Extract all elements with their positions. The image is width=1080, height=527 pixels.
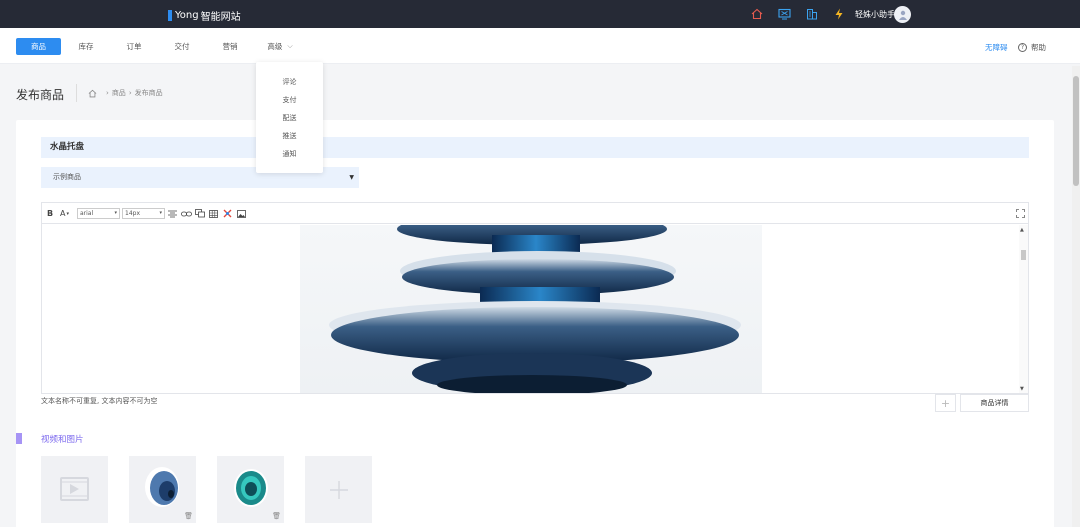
caret-down-icon: ▾ — [159, 210, 162, 216]
link-icon[interactable] — [181, 208, 192, 219]
page-scroll-thumb[interactable] — [1073, 76, 1079, 186]
fullscreen-icon[interactable] — [1016, 208, 1025, 219]
help-link[interactable]: ? 帮助 — [1018, 42, 1046, 53]
advanced-dropdown-menu: 评论 支付 配送 推送 通知 — [256, 62, 323, 173]
home-icon[interactable] — [750, 7, 764, 21]
delete-icon[interactable]: 🗑 — [184, 512, 193, 520]
lightning-icon[interactable] — [832, 7, 846, 21]
font-family-select[interactable]: arial ▾ — [77, 208, 120, 219]
brand-mark — [168, 10, 172, 21]
product-photo — [300, 225, 762, 393]
dropdown-item-reviews[interactable]: 评论 — [256, 77, 323, 87]
caret-down-icon: ▾ — [114, 210, 117, 216]
user-name[interactable]: 轻姝小助手 — [855, 9, 895, 20]
accessibility-link[interactable]: 无障碍 — [985, 42, 1008, 53]
nav-item-delivery[interactable]: 交付 — [164, 38, 200, 55]
brand-name: Yong — [175, 10, 199, 21]
avatar[interactable] — [894, 6, 911, 23]
title-divider — [76, 84, 77, 102]
category-select-value: 示例商品 — [53, 173, 81, 181]
nav-item-marketing[interactable]: 营销 — [212, 38, 248, 55]
plus-icon — [329, 480, 348, 499]
font-family-value: arial — [80, 210, 94, 217]
add-detail-button[interactable]: + — [935, 394, 956, 412]
page-title: 发布商品 — [16, 88, 65, 102]
font-color-icon[interactable]: A ▾ — [60, 208, 69, 219]
dropdown-item-shipping[interactable]: 配送 — [256, 113, 323, 123]
breadcrumb-sep: › — [128, 89, 132, 97]
main-nav: 商品 库存 订单 交付 营销 高级 ⌵ 无障碍 ? 帮助 — [0, 28, 1080, 64]
breadcrumb-current: 发布商品 — [134, 89, 163, 97]
align-icon[interactable] — [168, 208, 177, 219]
image-icon[interactable] — [237, 208, 246, 219]
top-bar: Yong 智能网站 轻姝小助手 — [0, 0, 1080, 28]
nav-item-orders[interactable]: 订单 — [116, 38, 152, 55]
home-crumb-icon[interactable] — [88, 89, 97, 98]
nav-item-goods[interactable]: 商品 — [16, 38, 61, 55]
product-detail-button[interactable]: 商品详情 — [960, 394, 1029, 412]
scroll-down-icon[interactable]: ▼ — [1020, 386, 1024, 392]
nav-item-advanced[interactable]: 高级 ⌵ — [262, 38, 298, 55]
help-label: 帮助 — [1031, 43, 1046, 52]
delete-icon[interactable]: 🗑 — [272, 512, 281, 520]
media-section-title: 视频和图片 — [41, 435, 84, 445]
font-size-value: 14px — [125, 210, 140, 217]
video-placeholder[interactable] — [41, 456, 108, 523]
section-marker — [16, 433, 22, 444]
table-icon[interactable] — [209, 208, 218, 219]
scroll-thumb[interactable] — [1021, 250, 1026, 260]
scroll-up-icon[interactable]: ▲ — [1020, 227, 1024, 233]
help-icon: ? — [1018, 43, 1027, 52]
monitor-icon[interactable] — [777, 7, 791, 21]
font-size-select[interactable]: 14px ▾ — [122, 208, 165, 219]
dropdown-item-payment[interactable]: 支付 — [256, 95, 323, 105]
breadcrumb-goods[interactable]: 商品 — [112, 88, 126, 98]
building-icon[interactable] — [805, 7, 819, 21]
caret-down-icon: ▼ — [349, 174, 354, 181]
nav-item-stock[interactable]: 库存 — [68, 38, 104, 55]
breadcrumb-sep: › — [106, 89, 109, 97]
product-name-header: 水晶托盘 — [41, 137, 1029, 158]
add-media-button[interactable] — [305, 456, 372, 523]
editor-toolbar: B A ▾ arial ▾ 14px ▾ — [42, 203, 1028, 224]
image-thumbnail[interactable]: 🗑 — [129, 456, 196, 523]
nav-item-advanced-label: 高级 — [267, 42, 283, 51]
remove-format-icon[interactable] — [223, 208, 232, 219]
dropdown-item-push[interactable]: 推送 — [256, 131, 323, 141]
rich-text-editor: B A ▾ arial ▾ 14px ▾ ▲ ▼ — [41, 202, 1029, 394]
editor-scrollbar[interactable]: ▲ ▼ — [1019, 225, 1028, 393]
video-icon — [60, 477, 89, 501]
chevron-down-icon: ⌵ — [287, 42, 293, 50]
image-thumbnail[interactable]: 🗑 — [217, 456, 284, 523]
brand-suffix: 智能网站 — [200, 12, 241, 23]
editor-content[interactable]: ▲ ▼ — [42, 225, 1028, 393]
breadcrumb: › 商品 › 发布商品 — [88, 88, 163, 98]
page-scrollbar[interactable] — [1072, 66, 1080, 527]
dropdown-item-notify[interactable]: 通知 — [256, 149, 323, 159]
editor-hint: 文本名称不可重复, 文本内容不可为空 — [41, 397, 158, 405]
brand-logo[interactable]: Yong 智能网站 — [168, 8, 241, 23]
comment-icon[interactable] — [195, 208, 205, 219]
bold-icon[interactable]: B — [47, 208, 53, 219]
